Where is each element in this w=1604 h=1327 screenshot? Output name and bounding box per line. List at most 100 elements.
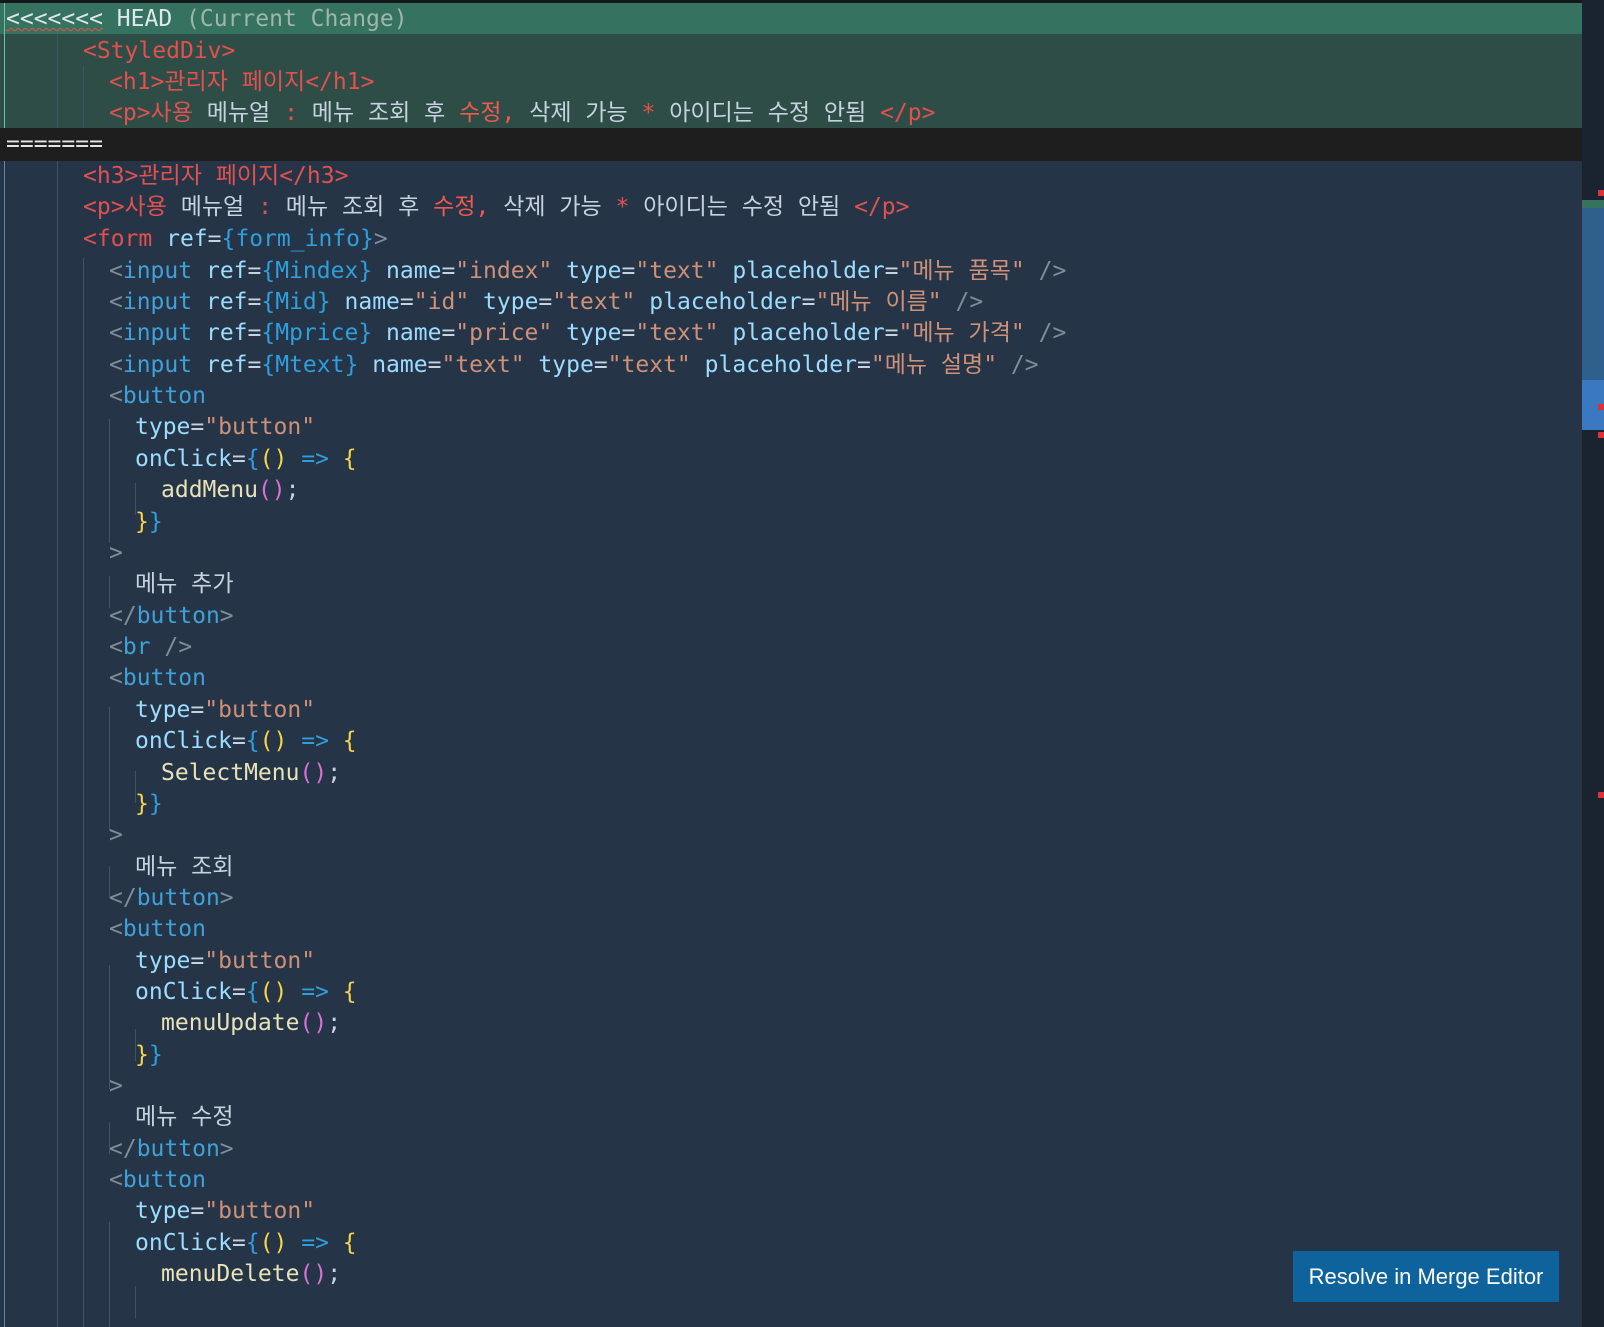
function-call: menuDelete (161, 1261, 300, 1287)
code-line[interactable]: <button (109, 380, 206, 412)
code-line[interactable]: <StyledDiv> (83, 35, 235, 67)
code-line[interactable]: > (109, 537, 123, 569)
attribute-name: placeholder (649, 289, 802, 315)
string-value: button (218, 948, 302, 974)
arrow-token: => (301, 728, 329, 754)
arrow-token: => (301, 446, 329, 472)
code-line[interactable]: </button> (109, 1133, 234, 1165)
code-line[interactable]: > (109, 1070, 123, 1102)
code-line[interactable]: <h3>관리자 페이지</h3> (83, 160, 348, 192)
string-value: button (218, 1198, 302, 1224)
indent-guide (109, 1222, 110, 1327)
string-value: 메뉴 이름 (829, 289, 928, 315)
conflict-marker: <<<<<<< (6, 6, 103, 32)
element-name: button (136, 885, 220, 911)
code-line[interactable]: <input ref={Mindex} name="index" type="t… (109, 255, 1066, 287)
conflict-separator: ======= (6, 131, 103, 157)
button-label-text: 메뉴 조회 (135, 854, 234, 880)
code-editor[interactable]: <<<<<<< HEAD (Current Change) <StyledDiv… (0, 0, 1604, 1327)
string-value: 메뉴 설명 (884, 352, 984, 378)
code-line[interactable]: 메뉴 추가 (135, 568, 234, 600)
indent-guide (83, 258, 84, 1327)
code-line[interactable]: </button> (109, 882, 234, 914)
code-line[interactable]: <input ref={Mprice} name="price" type="t… (109, 317, 1066, 349)
string-value: text (649, 320, 705, 346)
code-line[interactable]: 메뉴 수정 (135, 1101, 234, 1133)
code-line[interactable]: type="button" (135, 694, 315, 726)
code-line[interactable]: SelectMenu(); (161, 757, 341, 789)
code-line[interactable]: 메뉴 조회 (135, 851, 234, 883)
attribute-name: onClick (135, 1230, 232, 1256)
code-line[interactable]: addMenu(); (161, 474, 300, 506)
attribute-name: placeholder (704, 352, 857, 378)
code-line[interactable]: <br /> (109, 631, 192, 663)
attribute-name: ref (205, 352, 248, 378)
code-line[interactable]: }} (135, 788, 163, 820)
arrow-token: => (301, 979, 329, 1005)
string-value: 메뉴 품목 (912, 258, 1011, 284)
code-line[interactable]: }} (135, 1039, 163, 1071)
function-call: menuUpdate (161, 1010, 300, 1036)
code-line[interactable]: > (109, 819, 123, 851)
element-name: button (122, 665, 206, 691)
conflict-start-marker-line[interactable]: <<<<<<< HEAD (Current Change) (6, 3, 408, 35)
text-token: 삭제 가능 (529, 100, 628, 126)
code-line[interactable]: onClick={() => { (135, 976, 357, 1008)
attribute-name: ref (166, 226, 208, 252)
tag-close: </h3> (279, 163, 349, 189)
text-token: 삭제 가능 (503, 194, 602, 220)
code-line[interactable]: <form ref={form_info}> (83, 223, 388, 255)
ref-value: Mindex (275, 258, 359, 284)
text-token: 아이디는 수정 안됨 (669, 100, 867, 126)
change-label: (Current Change) (186, 6, 408, 32)
conflict-separator-line[interactable]: ======= (6, 128, 103, 160)
code-line[interactable]: menuUpdate(); (161, 1007, 341, 1039)
attribute-name: placeholder (732, 258, 885, 284)
code-line[interactable]: <h1>관리자 페이지</h1> (109, 66, 374, 98)
code-line[interactable]: <p>사용 메뉴얼 : 메뉴 조회 후 수정, 삭제 가능 * 아이디는 수정 … (109, 97, 936, 129)
attribute-name: onClick (135, 728, 232, 754)
code-line[interactable]: onClick={() => { (135, 725, 357, 757)
string-value: button (218, 414, 302, 440)
code-line[interactable]: type="button" (135, 1195, 315, 1227)
tag-open: <p> (109, 100, 151, 126)
tag-open: <p> (83, 194, 125, 220)
code-line[interactable]: menuDelete(); (161, 1258, 341, 1290)
string-value: text (649, 258, 705, 284)
code-line[interactable]: <button (109, 913, 206, 945)
string-value: button (218, 697, 302, 723)
indent-guide (109, 707, 110, 831)
code-line[interactable]: onClick={() => { (135, 1227, 357, 1259)
code-line[interactable]: <button (109, 1164, 206, 1196)
code-line[interactable]: </button> (109, 600, 234, 632)
string-value: text (621, 352, 677, 378)
text-token: : (284, 100, 298, 126)
attribute-name: name (386, 258, 442, 284)
string-value: text (455, 352, 511, 378)
tag-close: </h1> (305, 69, 375, 95)
conflict-separator-row (0, 128, 1582, 161)
code-line[interactable]: onClick={() => { (135, 443, 357, 475)
ref-value: form_info (235, 226, 360, 252)
code-line[interactable]: }} (135, 506, 163, 538)
code-line[interactable]: type="button" (135, 411, 315, 443)
tag-open: <h3> (83, 163, 139, 189)
text-token: 메뉴얼 (206, 100, 271, 126)
code-line[interactable]: type="button" (135, 945, 315, 977)
overview-current-change-marker (1582, 200, 1604, 208)
function-call: addMenu (161, 477, 258, 503)
code-line[interactable]: <p>사용 메뉴얼 : 메뉴 조회 후 수정, 삭제 가능 * 아이디는 수정 … (83, 191, 910, 223)
string-value: price (469, 320, 539, 346)
attribute-name: type (135, 948, 191, 974)
element-name: button (122, 916, 206, 942)
code-line[interactable]: <input ref={Mtext} name="text" type="tex… (109, 349, 1039, 381)
element-name: form (96, 226, 153, 252)
code-line[interactable]: <button (109, 662, 206, 694)
string-value: index (469, 258, 539, 284)
resolve-in-merge-editor-button[interactable]: Resolve in Merge Editor (1293, 1251, 1559, 1302)
text-token: 메뉴얼 (180, 194, 245, 220)
code-line[interactable]: <input ref={Mid} name="id" type="text" p… (109, 286, 983, 318)
button-label-text: 메뉴 추가 (135, 571, 234, 597)
heading-text: 관리자 페이지 (164, 69, 306, 95)
attribute-name: name (372, 352, 428, 378)
